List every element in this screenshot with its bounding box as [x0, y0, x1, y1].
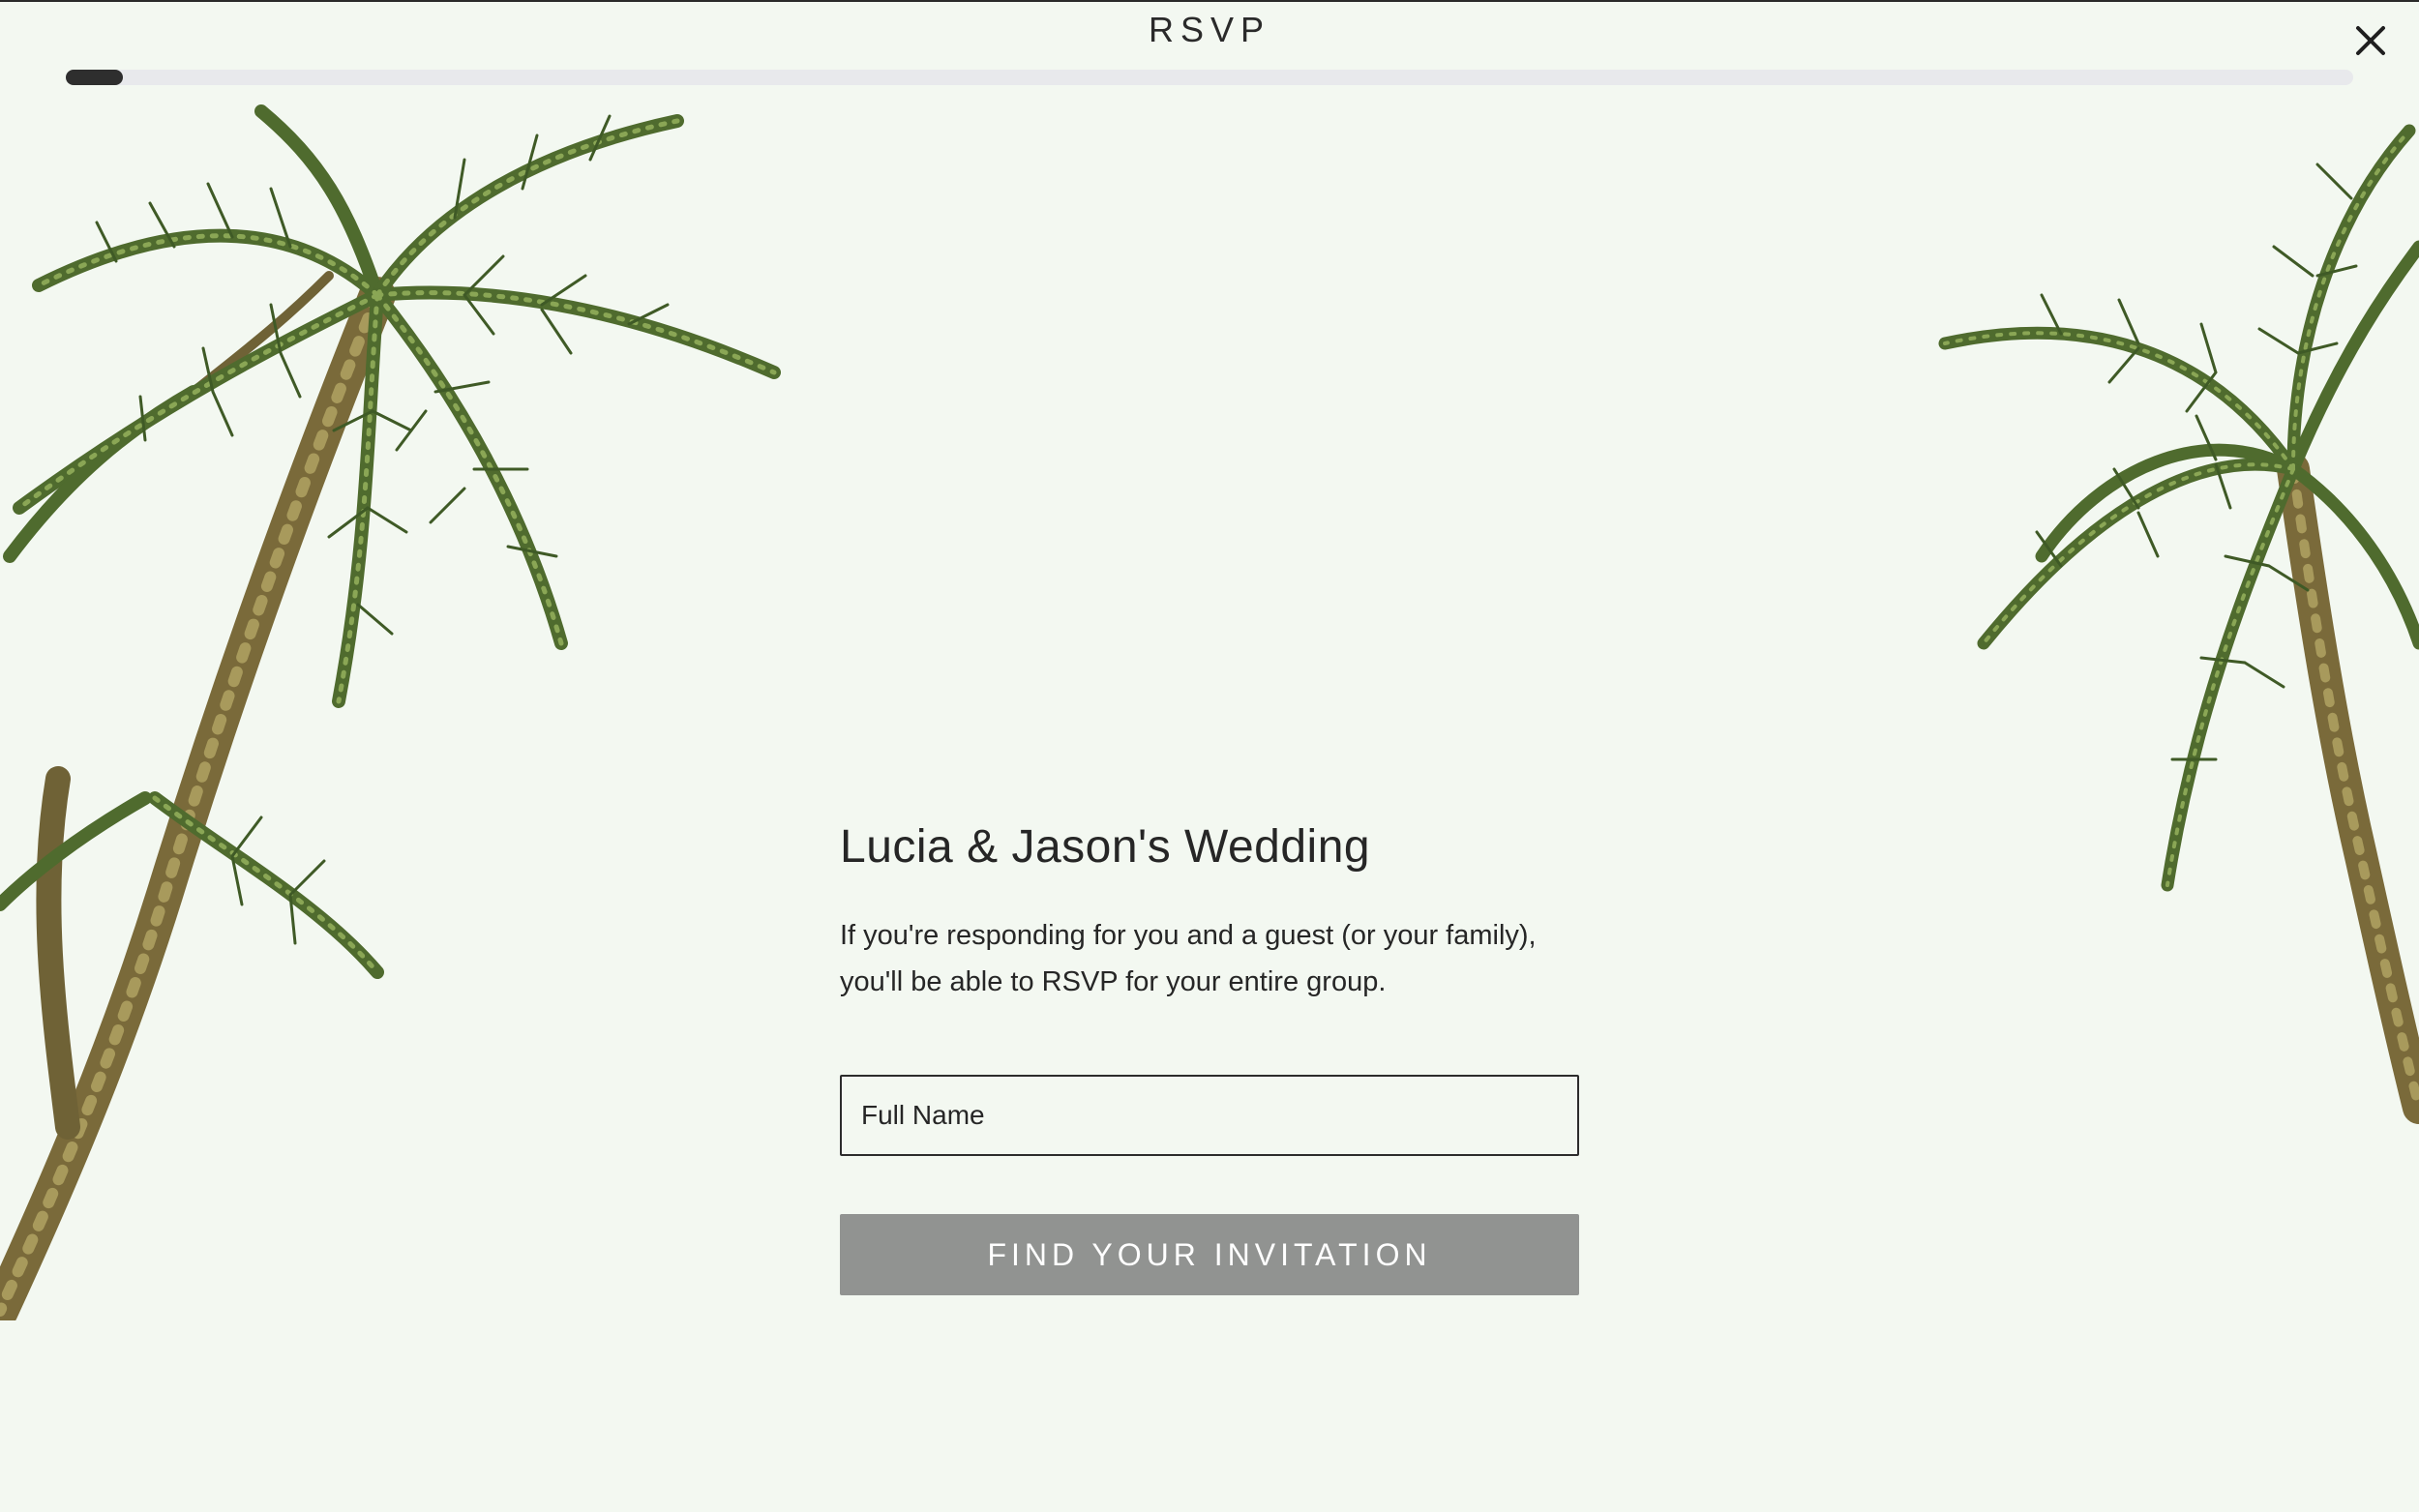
rsvp-description: If you're responding for you and a guest…	[840, 920, 1537, 997]
close-icon	[2356, 26, 2385, 55]
palm-tree-illustration-left	[0, 104, 781, 1320]
page-title: RSVP	[1148, 10, 1271, 49]
progress-bar	[66, 70, 2353, 85]
full-name-input[interactable]	[840, 1075, 1579, 1156]
palm-tree-illustration-right	[1938, 124, 2419, 1124]
wedding-title: Lucia & Jason's Wedding	[840, 821, 1371, 873]
find-invitation-button[interactable]: FIND YOUR INVITATION	[840, 1214, 1579, 1295]
rsvp-page: RSVP Lucia & Jason's Wedding If you're r…	[0, 0, 2419, 1512]
progress-bar-fill	[66, 70, 124, 85]
top-border	[0, 0, 2419, 2]
rsvp-form: Lucia & Jason's Wedding If you're respon…	[840, 820, 1579, 1295]
close-button[interactable]	[2344, 14, 2398, 68]
